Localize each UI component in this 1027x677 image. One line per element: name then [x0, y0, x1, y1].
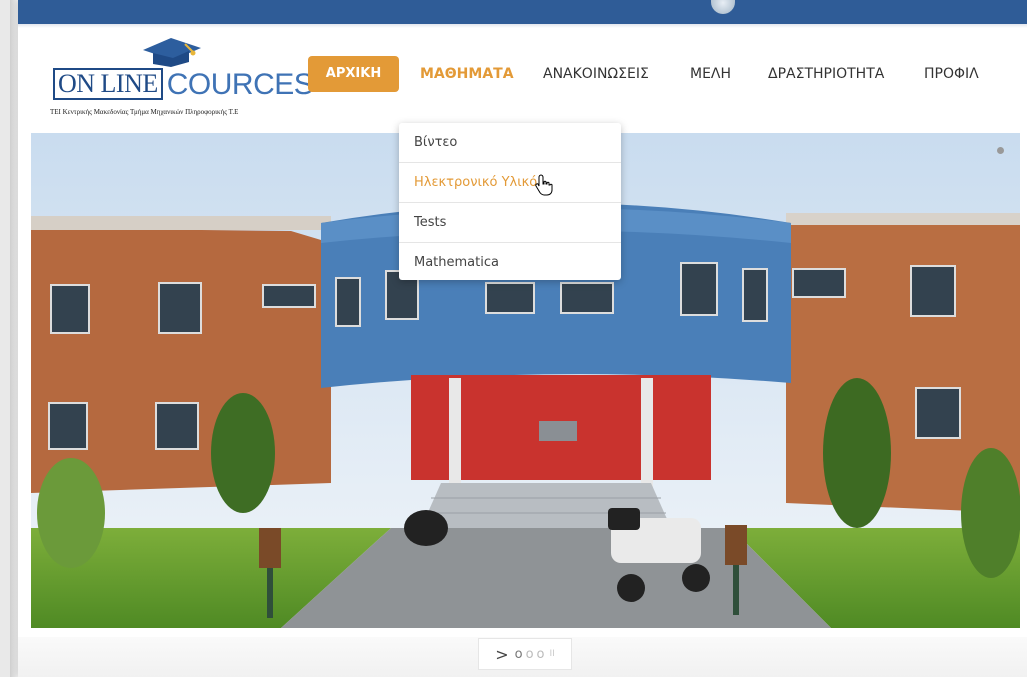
slider-next-button[interactable]: >	[495, 645, 508, 664]
dropdown-item-video[interactable]: Βίντεο	[399, 123, 621, 163]
slider-dot[interactable]	[997, 147, 1004, 154]
lessons-dropdown-menu: Βίντεο Ηλεκτρονικό Υλικό Tests Mathemati…	[399, 123, 621, 280]
slider-page-2[interactable]: o	[526, 647, 534, 662]
nav-lessons[interactable]: ΜΑΘΗΜΑΤΑ	[420, 56, 514, 92]
dropdown-item-mathematica[interactable]: Mathematica	[399, 243, 621, 282]
nav-home[interactable]: ΑΡΧΙΚΗ	[308, 56, 399, 92]
slider-pause-button[interactable]: II	[550, 649, 555, 659]
main-nav: ΑΡΧΙΚΗ ΜΑΘΗΜΑΤΑ ΑΝΑΚΟΙΝΩΣΕΙΣ ΜΕΛΗ ΔΡΑΣΤΗ…	[0, 56, 1027, 96]
nav-profile[interactable]: ΠΡΟΦΙΛ	[924, 56, 979, 92]
slider-page-3[interactable]: o	[537, 647, 545, 662]
top-bar	[18, 0, 1027, 24]
top-bar-fade	[18, 24, 1027, 28]
hand-pointer-icon	[535, 174, 553, 196]
dropdown-item-electronic-material[interactable]: Ηλεκτρονικό Υλικό	[399, 163, 621, 203]
window-left-shadow	[10, 0, 18, 677]
slider-page-1[interactable]: o	[515, 647, 523, 662]
slider-pager: > o o o II	[478, 638, 572, 670]
nav-activity[interactable]: ΔΡΑΣΤΗΡΙΟΤΗΤΑ	[768, 56, 884, 92]
dropdown-item-tests[interactable]: Tests	[399, 203, 621, 243]
nav-members[interactable]: ΜΕΛΗ	[690, 56, 731, 92]
logo-tagline: ΤΕΙ Κεντρικής Μακεδονίας Τμήμα Μηχανικών…	[50, 108, 239, 116]
nav-announcements[interactable]: ΑΝΑΚΟΙΝΩΣΕΙΣ	[543, 56, 649, 92]
